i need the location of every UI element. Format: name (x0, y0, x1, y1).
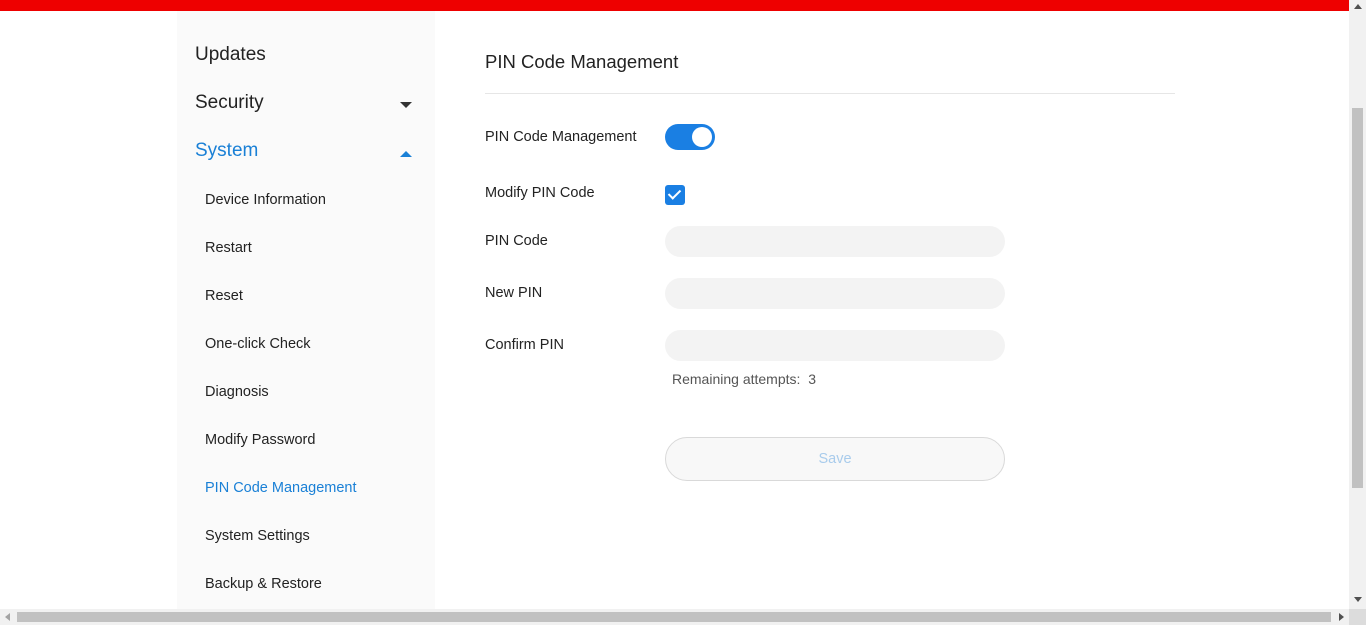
sidebar-item-one-click-check[interactable]: One-click Check (205, 336, 311, 352)
sidebar-item-device-information[interactable]: Device Information (205, 192, 326, 208)
pin-management-label: PIN Code Management (485, 129, 637, 145)
remaining-attempts-count: 3 (808, 371, 816, 387)
scrollbar-corner (1349, 609, 1366, 625)
horizontal-scroll-thumb[interactable] (17, 612, 1331, 622)
sidebar-item-system-settings[interactable]: System Settings (205, 528, 310, 544)
confirm-pin-input[interactable] (665, 330, 1005, 361)
sidebar-item-pin-code-management[interactable]: PIN Code Management (205, 480, 357, 496)
remaining-attempts: Remaining attempts: 3 (672, 371, 816, 387)
remaining-attempts-label: Remaining attempts: (672, 371, 801, 387)
pin-code-label: PIN Code (485, 233, 548, 249)
vertical-scroll-thumb[interactable] (1352, 108, 1363, 488)
title-divider (485, 93, 1175, 94)
sidebar-group-updates[interactable]: Updates (195, 44, 266, 66)
new-pin-input[interactable] (665, 278, 1005, 309)
sidebar-item-diagnosis[interactable]: Diagnosis (205, 384, 269, 400)
toggle-knob (692, 127, 712, 147)
sidebar-item-restart[interactable]: Restart (205, 240, 252, 256)
modify-pin-label: Modify PIN Code (485, 185, 595, 201)
scroll-up-arrow-icon[interactable] (1354, 4, 1362, 9)
brand-header-bar (0, 0, 1349, 11)
vertical-scrollbar[interactable] (1349, 0, 1366, 609)
pin-management-toggle[interactable] (665, 124, 715, 150)
sidebar-group-security[interactable]: Security (195, 92, 264, 114)
horizontal-scrollbar[interactable] (0, 609, 1349, 625)
modify-pin-checkbox[interactable] (665, 185, 685, 205)
new-pin-label: New PIN (485, 285, 543, 301)
scroll-down-arrow-icon[interactable] (1354, 597, 1362, 602)
pin-code-input[interactable] (665, 226, 1005, 257)
page-title: PIN Code Management (485, 51, 679, 72)
sidebar-group-system[interactable]: System (195, 140, 258, 162)
sidebar-item-reset[interactable]: Reset (205, 288, 243, 304)
save-button[interactable]: Save (665, 437, 1005, 481)
confirm-pin-label: Confirm PIN (485, 337, 564, 353)
chevron-up-icon[interactable] (400, 151, 412, 157)
scroll-left-arrow-icon[interactable] (5, 613, 10, 621)
scroll-right-arrow-icon[interactable] (1339, 613, 1344, 621)
chevron-down-icon[interactable] (400, 102, 412, 108)
sidebar-item-backup-restore[interactable]: Backup & Restore (205, 576, 322, 592)
sidebar-item-modify-password[interactable]: Modify Password (205, 432, 315, 448)
